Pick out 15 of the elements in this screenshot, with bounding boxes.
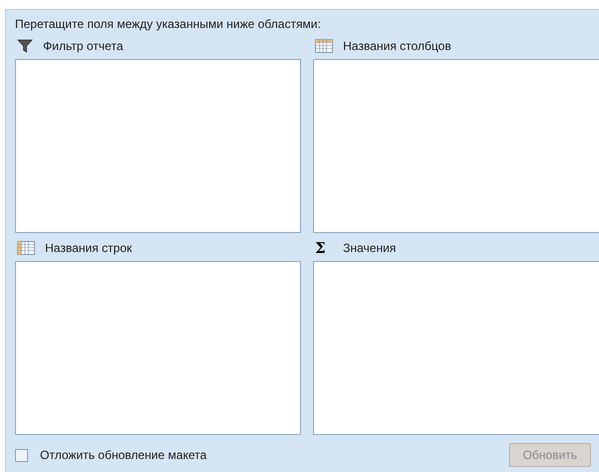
filter-icon [17,39,33,53]
area-title: Названия строк [45,240,132,257]
drop-area[interactable] [313,261,599,435]
checkbox-label: Отложить обновление макета [40,447,207,464]
checkbox[interactable] [15,448,28,462]
sigma-icon: Σ [315,240,333,256]
instruction-text: Перетащите поля между указанными ниже областями: [15,16,322,33]
area-title: Названия столбцов [343,38,452,55]
table-icon [315,39,333,53]
drop-area[interactable] [15,59,301,233]
drop-area[interactable] [313,59,599,233]
area-title: Значения [343,240,396,257]
table-icon [17,241,35,255]
drop-area[interactable] [15,261,301,435]
area-title: Фильтр отчета [43,38,124,55]
